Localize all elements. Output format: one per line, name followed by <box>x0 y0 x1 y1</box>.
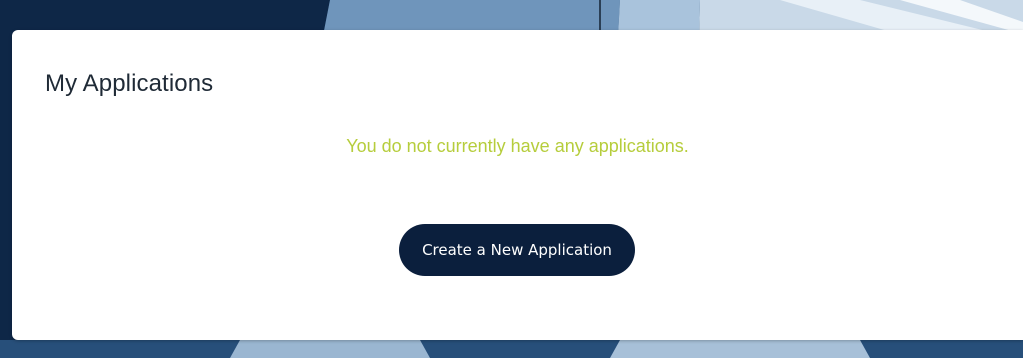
empty-state-message: You do not currently have any applicatio… <box>346 136 689 156</box>
page: My Applications You do not currently hav… <box>0 0 1023 358</box>
create-new-application-button[interactable]: Create a New Application <box>399 224 635 276</box>
applications-card: My Applications You do not currently hav… <box>12 30 1023 340</box>
card-title: My Applications <box>45 70 214 97</box>
